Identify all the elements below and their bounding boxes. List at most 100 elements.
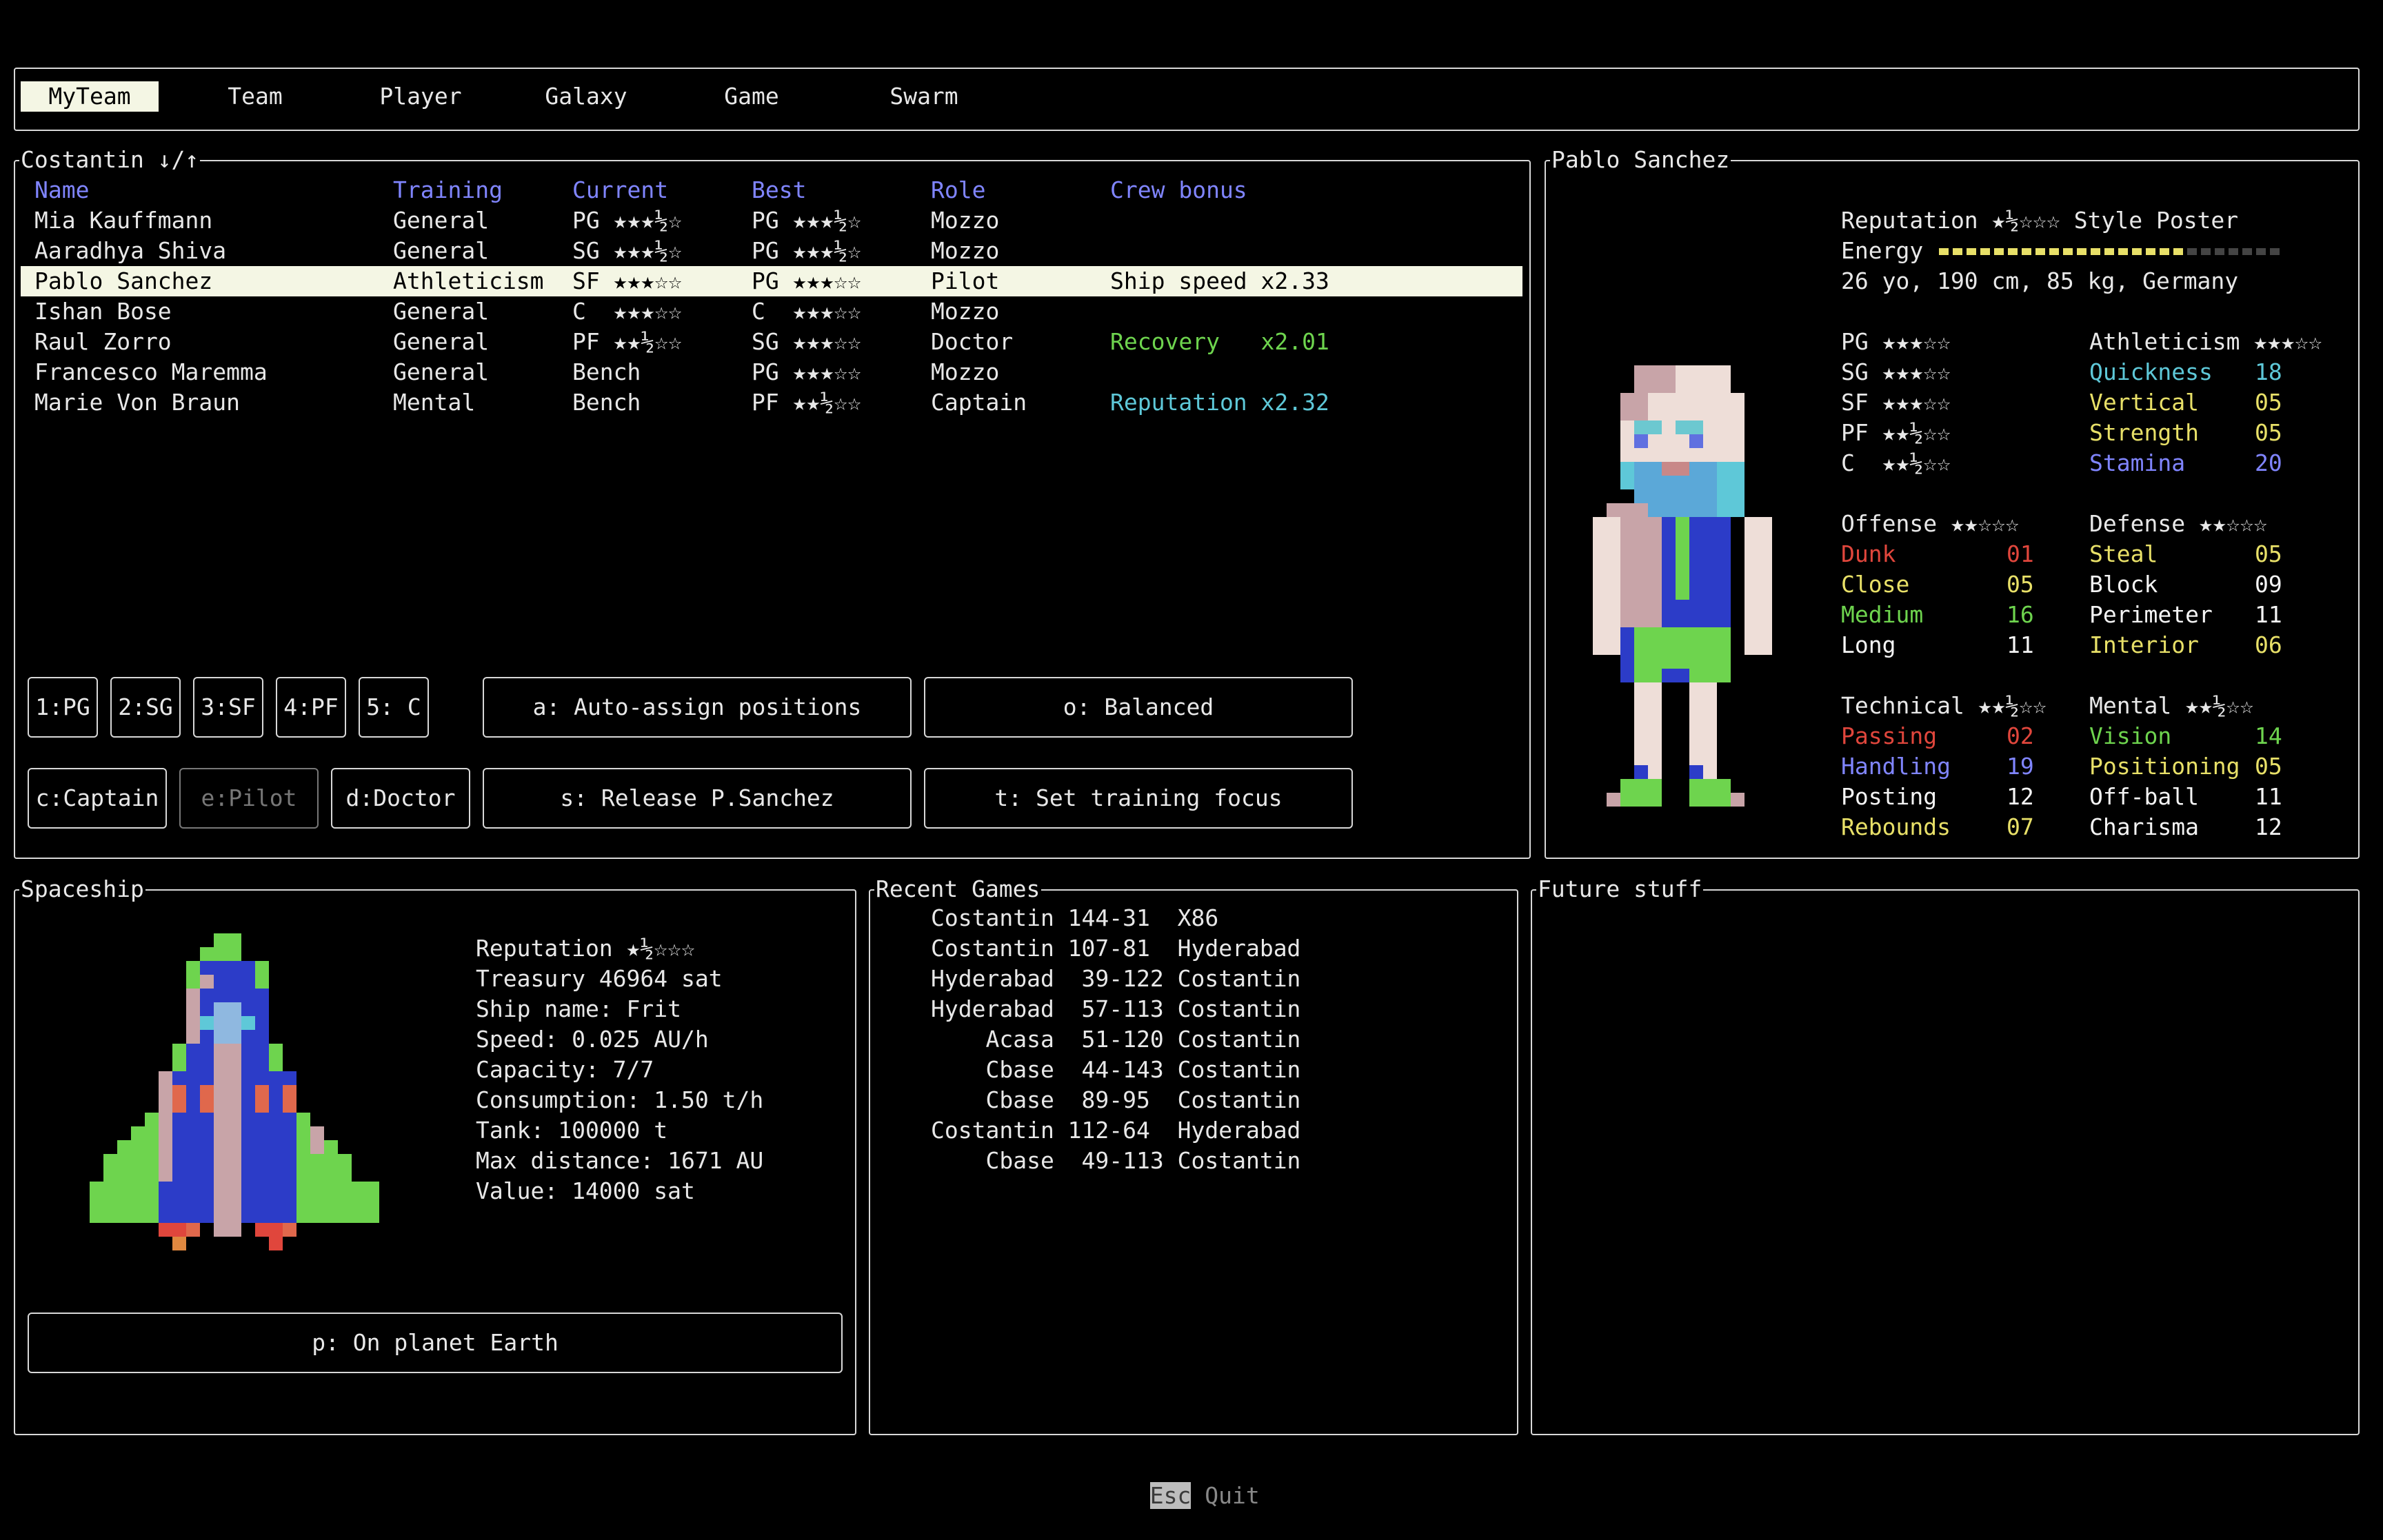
game-result[interactable]: Cbase 49-113 Costantin — [931, 1146, 1300, 1176]
position-sg-button[interactable]: 2:SG — [110, 677, 181, 738]
skill-name: Interior — [2089, 631, 2199, 658]
position-rating-c: C ★★½☆☆ — [1841, 449, 1951, 476]
skill-value: 01 — [2007, 540, 2034, 567]
skill-name: Off-ball — [2089, 783, 2199, 810]
tab-player[interactable]: Player — [365, 81, 476, 112]
recent-games-title: Recent Games — [874, 875, 1042, 903]
cell-training: Athleticism — [393, 267, 544, 294]
doctor-button[interactable]: d:Doctor — [331, 768, 470, 829]
game-result[interactable]: Costantin 112-64 Hyderabad — [931, 1115, 1300, 1146]
position-c-button[interactable]: 5: C — [359, 677, 429, 738]
skill-name: Vertical — [2089, 389, 2199, 416]
future-title: Future stuff — [1536, 875, 1704, 903]
auto-assign-button[interactable]: a: Auto-assign positions — [483, 677, 912, 738]
skill-value: 11 — [2255, 601, 2282, 628]
skill-value: 05 — [2255, 419, 2282, 446]
skill-value: 07 — [2007, 813, 2034, 840]
energy-label: Energy — [1841, 237, 1924, 264]
spaceship-stat: Reputation ★½☆☆☆ — [476, 935, 695, 962]
skill-name: Rebounds — [1841, 813, 1951, 840]
skill-name: Perimeter — [2089, 601, 2213, 628]
cell-best: C ★★★☆☆ — [752, 298, 861, 325]
skill-name: Positioning — [2089, 753, 2240, 780]
technical-header: Technical ★★½☆☆ — [1841, 692, 2047, 719]
cell-current: Bench — [572, 358, 641, 385]
skill-name: Close — [1841, 571, 1910, 598]
training-focus-button[interactable]: t: Set training focus — [924, 768, 1353, 829]
skill-value: 20 — [2255, 449, 2282, 476]
tab-swarm[interactable]: Swarm — [876, 81, 972, 112]
cell-crew-bonus: Ship speed x2.33 — [1110, 267, 1329, 294]
skill-name: Stamina — [2089, 449, 2186, 476]
quit-label: Quit — [1191, 1482, 1260, 1509]
cell-current: PF ★★½☆☆ — [572, 328, 682, 355]
game-result[interactable]: Hyderabad 39-122 Costantin — [931, 964, 1300, 994]
tab-galaxy[interactable]: Galaxy — [531, 81, 641, 112]
tab-myteam[interactable]: MyTeam — [21, 81, 159, 112]
skill-value: 05 — [2007, 571, 2034, 598]
future-panel: Future stuff — [1531, 875, 2360, 1435]
position-rating-sf: SF ★★★☆☆ — [1841, 389, 1951, 416]
spaceship-stat: Consumption: 1.50 t/h — [476, 1086, 764, 1113]
cell-best: PG ★★★☆☆ — [752, 267, 861, 294]
cell-best: PG ★★★½☆ — [752, 207, 861, 234]
cell-training: Mental — [393, 389, 476, 416]
position-pf-button[interactable]: 4:PF — [276, 677, 346, 738]
skill-name: Long — [1841, 631, 1896, 658]
cell-crew-bonus: Reputation x2.32 — [1110, 389, 1329, 416]
position-rating-pf: PF ★★½☆☆ — [1841, 419, 1951, 446]
skill-name: Handling — [1841, 753, 1951, 780]
cell-current: Bench — [572, 389, 641, 416]
spaceship-stat: Treasury 46964 sat — [476, 965, 723, 992]
cell-current: SF ★★★☆☆ — [572, 267, 682, 294]
skill-value: 05 — [2255, 540, 2282, 567]
skill-value: 05 — [2255, 389, 2282, 416]
cell-current: PG ★★★½☆ — [572, 207, 682, 234]
location-button[interactable]: p: On planet Earth — [28, 1313, 843, 1373]
cell-best: SG ★★★☆☆ — [752, 328, 861, 355]
tactic-button[interactable]: o: Balanced — [924, 677, 1353, 738]
skill-name: Strength — [2089, 419, 2199, 446]
cell-training: General — [393, 328, 490, 355]
cell-name: Marie Von Braun — [34, 389, 241, 416]
spaceship-stat: Ship name: Frit — [476, 995, 682, 1022]
cell-role: Pilot — [931, 267, 1000, 294]
pilot-button[interactable]: e:Pilot — [179, 768, 319, 829]
cell-role: Mozzo — [931, 358, 1000, 385]
col-best-header: Best — [752, 176, 807, 203]
cell-current: C ★★★☆☆ — [572, 298, 682, 325]
game-result[interactable]: Acasa 51-120 Costantin — [931, 1024, 1300, 1055]
esc-key[interactable]: Esc — [1149, 1482, 1192, 1509]
player-bio: 26 yo, 190 cm, 85 kg, Germany — [1841, 267, 2239, 294]
col-crew-bonus-header: Crew bonus — [1110, 176, 1247, 203]
roster-title: Costantin ↓/↑ — [19, 146, 201, 174]
skill-value: 05 — [2255, 753, 2282, 780]
spaceship-stat: Capacity: 7/7 — [476, 1056, 654, 1083]
game-result[interactable]: Cbase 44-143 Costantin — [931, 1055, 1300, 1085]
footer-hint: Esc Quit — [1123, 1450, 1260, 1509]
position-sf-button[interactable]: 3:SF — [193, 677, 263, 738]
cell-role: Mozzo — [931, 207, 1000, 234]
release-button[interactable]: s: Release P.Sanchez — [483, 768, 912, 829]
skill-value: 06 — [2255, 631, 2282, 658]
tab-team[interactable]: Team — [207, 81, 303, 112]
spaceship-stat: Speed: 0.025 AU/h — [476, 1026, 709, 1053]
position-pg-button[interactable]: 1:PG — [28, 677, 98, 738]
cell-crew-bonus: Recovery x2.01 — [1110, 328, 1329, 355]
cell-role: Mozzo — [931, 298, 1000, 325]
captain-button[interactable]: c:Captain — [28, 768, 167, 829]
skill-name: Vision — [2089, 722, 2172, 749]
offense-header: Offense ★★☆☆☆ — [1841, 510, 2020, 537]
game-result[interactable]: Cbase 89-95 Costantin — [931, 1085, 1300, 1115]
spaceship-stat: Tank: 100000 t — [476, 1117, 668, 1144]
cell-name: Francesco Maremma — [34, 358, 268, 385]
game-result[interactable]: Costantin 144-31 X86 — [931, 903, 1218, 933]
player-reputation: Reputation ★½☆☆☆ Style Poster — [1841, 207, 2239, 234]
game-result[interactable]: Hyderabad 57-113 Costantin — [931, 994, 1300, 1024]
tab-game[interactable]: Game — [710, 81, 793, 112]
spaceship-stat: Value: 14000 sat — [476, 1177, 695, 1204]
player-title: Pablo Sanchez — [1550, 146, 1731, 174]
energy-bar-fill — [1939, 248, 2187, 255]
skill-name: Passing — [1841, 722, 1938, 749]
game-result[interactable]: Costantin 107-81 Hyderabad — [931, 933, 1300, 964]
